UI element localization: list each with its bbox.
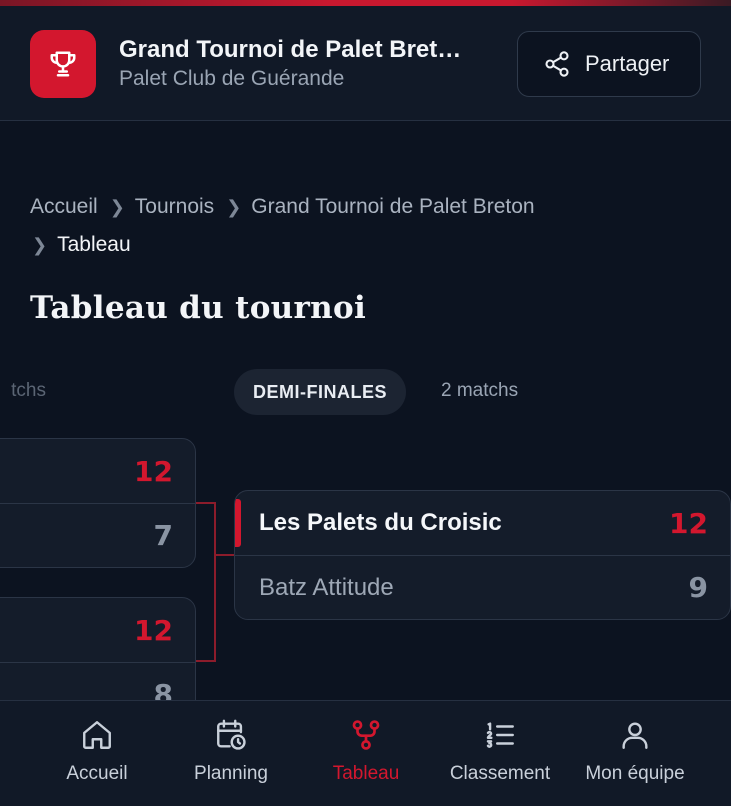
match-team-row: 12 (0, 598, 195, 662)
club-name: Palet Club de Guérande (119, 67, 345, 90)
bracket-connector (196, 502, 216, 504)
home-icon (79, 717, 115, 753)
breadcrumb: Accueil ❯ Tournois ❯ Grand Tournoi de Palet … (30, 188, 710, 264)
match-team-row: 12 (0, 439, 195, 503)
team-score: 12 (134, 613, 173, 647)
breadcrumb-tournois[interactable]: Tournois (135, 195, 214, 218)
round-match-count: 2 matchs (441, 380, 519, 401)
round-name-badge: DEMI-FINALES (234, 369, 406, 415)
previous-round-match[interactable]: 12 7 (0, 438, 196, 568)
breadcrumb-home[interactable]: Accueil (30, 195, 98, 218)
breadcrumb-current: Tableau (57, 233, 131, 256)
team-name: Batz Attitude (259, 573, 394, 601)
share-button[interactable]: Partager (517, 31, 701, 97)
app-header: Grand Tournoi de Palet Bret… Palet Club … (0, 6, 731, 121)
previous-round-count: tchs (11, 380, 46, 401)
nav-label: Planning (194, 763, 268, 784)
page-title: Tableau du tournoi (30, 290, 367, 326)
nav-label: Classement (449, 763, 551, 784)
tournament-title: Grand Tournoi de Palet Bret… (119, 36, 462, 63)
team-score: 12 (669, 506, 708, 540)
ranking-list-icon (482, 717, 518, 753)
nav-label: Tableau (332, 763, 400, 784)
nav-item-classement[interactable]: Classement (430, 717, 570, 785)
team-score: 7 (153, 519, 173, 552)
chevron-right-icon: ❯ (109, 197, 125, 217)
trophy-icon (50, 51, 76, 77)
nav-label: Accueil (66, 763, 128, 784)
semifinal-match[interactable]: Les Palets du Croisic 12 Batz Attitude 9 (234, 490, 731, 620)
calendar-clock-icon (213, 717, 249, 753)
team-name: Les Palets du Croisic (259, 509, 502, 536)
bottom-navigation: Accueil Planning Tableau Classement Mon … (0, 700, 731, 806)
match-team-row: 7 (0, 503, 195, 567)
nav-item-accueil[interactable]: Accueil (27, 717, 167, 785)
chevron-right-icon: ❯ (32, 235, 48, 255)
team-score: 12 (134, 454, 173, 488)
breadcrumb-tournament[interactable]: Grand Tournoi de Palet Breton (251, 195, 534, 218)
share-icon (545, 51, 569, 77)
trophy-logo (30, 30, 96, 98)
nav-item-planning[interactable]: Planning (161, 717, 301, 785)
bracket-icon (348, 717, 384, 753)
match-team-row: Batz Attitude 9 (235, 555, 730, 619)
bracket-connector (214, 554, 234, 556)
share-button-label: Partager (585, 51, 670, 76)
team-score: 9 (688, 571, 708, 604)
nav-label: Mon équipe (585, 763, 685, 784)
nav-item-tableau[interactable]: Tableau (296, 717, 436, 785)
bracket-connector (196, 660, 216, 662)
winner-indicator (235, 499, 241, 547)
bracket-connector (214, 502, 216, 662)
nav-item-mon-equipe[interactable]: Mon équipe (565, 717, 705, 785)
user-icon (617, 717, 653, 753)
chevron-right-icon: ❯ (226, 197, 242, 217)
match-team-row-winner: Les Palets du Croisic 12 (235, 491, 730, 555)
